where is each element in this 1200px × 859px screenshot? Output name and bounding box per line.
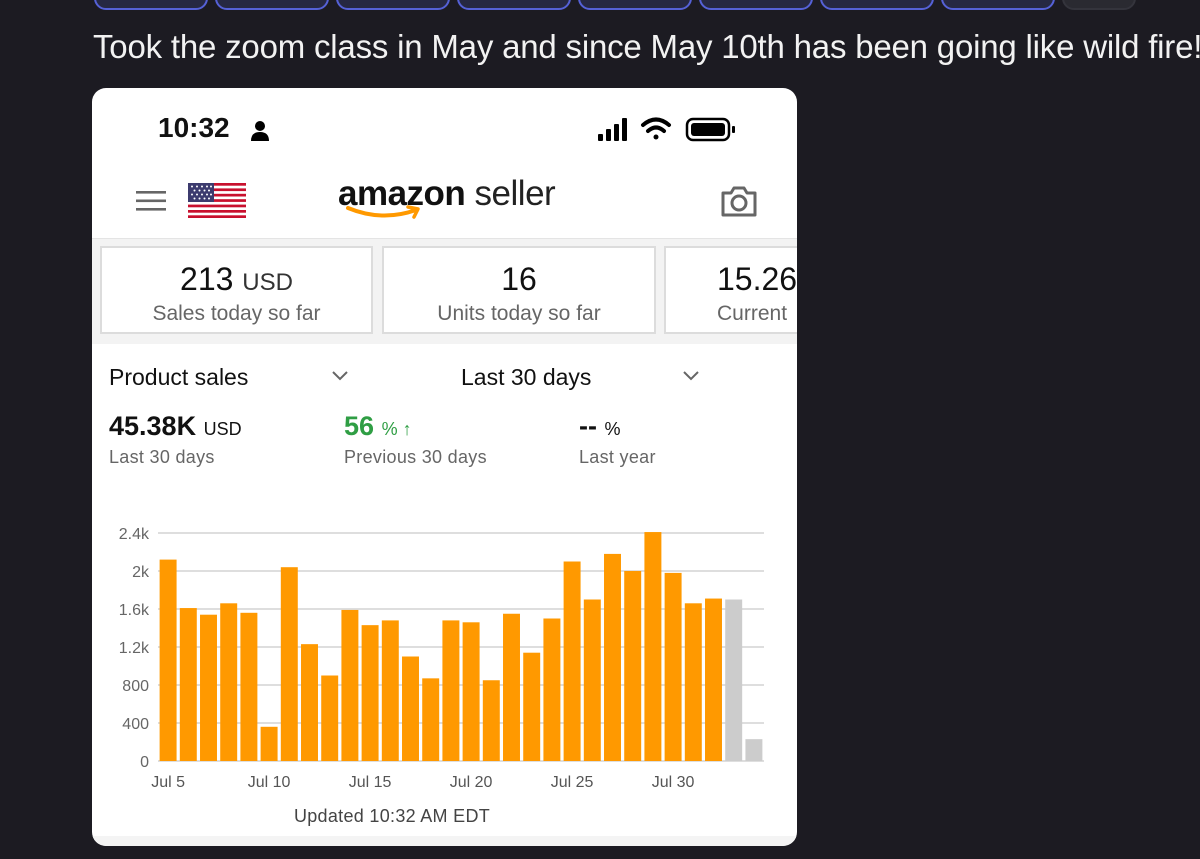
reaction-pill[interactable] (578, 0, 692, 10)
total-sales-number: 45.38K (109, 411, 197, 441)
person-icon (251, 121, 269, 141)
metric-dropdown-label: Product sales (109, 364, 249, 390)
chevron-down-icon (332, 371, 348, 381)
chart-bar (220, 603, 238, 761)
metric-label: Units today so far (437, 302, 601, 325)
metric-value: 213 (180, 261, 234, 297)
reaction-pill[interactable] (820, 0, 934, 10)
yoy-number: -- (579, 411, 597, 441)
chart-bar (280, 567, 298, 761)
chart-bar (543, 618, 561, 761)
chart-bar (442, 620, 460, 761)
date-range-label: Last 30 days (461, 364, 592, 390)
chart-bar (462, 622, 480, 761)
logo-word-seller: seller (474, 174, 556, 213)
previous-message-buttons (0, 0, 1200, 10)
total-sales-value: 45.38K USD (109, 411, 242, 442)
chart-bar (381, 620, 399, 761)
chart-bar (745, 739, 763, 761)
menu-icon[interactable] (136, 191, 166, 211)
chart-bar (402, 656, 419, 761)
x-tick-label: Jul 15 (349, 774, 392, 791)
amazon-seller-logo: amazon seller (338, 174, 568, 230)
reaction-pill[interactable] (457, 0, 571, 10)
amazon-smile-icon (346, 205, 420, 219)
y-tick-label: 800 (122, 678, 149, 695)
chart-bar (260, 726, 278, 761)
chart-bar (482, 680, 500, 761)
x-tick-label: Jul 30 (652, 774, 695, 791)
post-text: Took the zoom class in May and since May… (93, 28, 1200, 65)
metric-unit: USD (242, 269, 293, 296)
chart-bar (523, 652, 541, 761)
status-time: 10:32 (158, 112, 230, 143)
y-tick-label: 2k (132, 564, 150, 581)
x-tick-label: Jul 10 (248, 774, 291, 791)
metric-label: Sales today so far (152, 302, 321, 325)
metric-tile-sales[interactable]: 213 USD Sales today so far (100, 246, 373, 334)
total-sales-unit: USD (203, 419, 242, 439)
metric-value: 16 (501, 261, 537, 297)
reaction-pill[interactable] (1062, 0, 1136, 10)
chart-bar (159, 559, 177, 761)
yoy-label: Last year (579, 447, 656, 467)
chart-bar (583, 599, 601, 761)
chart-bar (624, 571, 642, 761)
y-tick-label: 0 (140, 754, 149, 771)
y-tick-label: 2.4k (119, 526, 150, 543)
camera-icon[interactable] (720, 184, 758, 218)
yoy-value: -- % (579, 411, 621, 442)
updated-timestamp: Updated 10:32 AM EDT (293, 806, 491, 826)
chart-bar (563, 561, 581, 761)
chart-bar (341, 609, 359, 761)
chart-bar (200, 614, 217, 761)
reaction-pill[interactable] (215, 0, 329, 10)
sales-bar-chart[interactable]: 0 400 800 1.2k 1.6k 2k 2.4k Jul 5 Jul 10 Jul 15 Ju… (92, 508, 797, 798)
screenshot-image[interactable]: 10:32 amazon seller 213 USD Sales today … (92, 88, 797, 846)
metric-tile-current[interactable]: 15.26 Current (664, 246, 797, 334)
reaction-pill[interactable] (699, 0, 813, 10)
chart-bar (240, 612, 258, 761)
reaction-pill[interactable] (941, 0, 1055, 10)
metric-label: Current (717, 302, 788, 325)
status-icons (598, 117, 735, 142)
chart-bar (422, 678, 440, 761)
chart-bar (361, 625, 379, 761)
change-number: 56 (344, 411, 375, 441)
chart-bar (664, 572, 682, 761)
x-tick-label: Jul 20 (450, 774, 493, 791)
chart-bar (725, 599, 743, 761)
reaction-pill[interactable] (94, 0, 208, 10)
chart-bar (503, 613, 520, 761)
change-label: Previous 30 days (344, 447, 487, 467)
chart-bar (321, 675, 339, 761)
y-tick-label: 1.6k (119, 602, 150, 619)
battery-icon (685, 117, 735, 142)
signal-icon (598, 118, 627, 141)
chart-bar (684, 603, 702, 761)
chart-bar (179, 608, 197, 761)
metric-value: 15.26 (717, 261, 797, 297)
chart-bar (644, 532, 662, 761)
total-sales-label: Last 30 days (109, 447, 215, 467)
chart-bar (705, 598, 722, 761)
wifi-icon (641, 117, 671, 140)
us-flag-icon[interactable] (188, 183, 246, 218)
x-tick-label: Jul 25 (551, 774, 594, 791)
change-value: 56 % ↑ (344, 411, 412, 442)
y-tick-label: 1.2k (119, 640, 150, 657)
metric-tile-units[interactable]: 16 Units today so far (382, 246, 656, 334)
y-tick-label: 400 (122, 716, 149, 733)
bottom-divider (92, 836, 797, 846)
chevron-down-icon (683, 371, 699, 381)
chart-bar (301, 644, 318, 761)
reaction-pill[interactable] (336, 0, 450, 10)
x-tick-label: Jul 5 (151, 774, 185, 791)
chart-bar (604, 553, 621, 761)
yoy-unit: % (604, 419, 621, 439)
change-unit: % ↑ (381, 419, 412, 439)
